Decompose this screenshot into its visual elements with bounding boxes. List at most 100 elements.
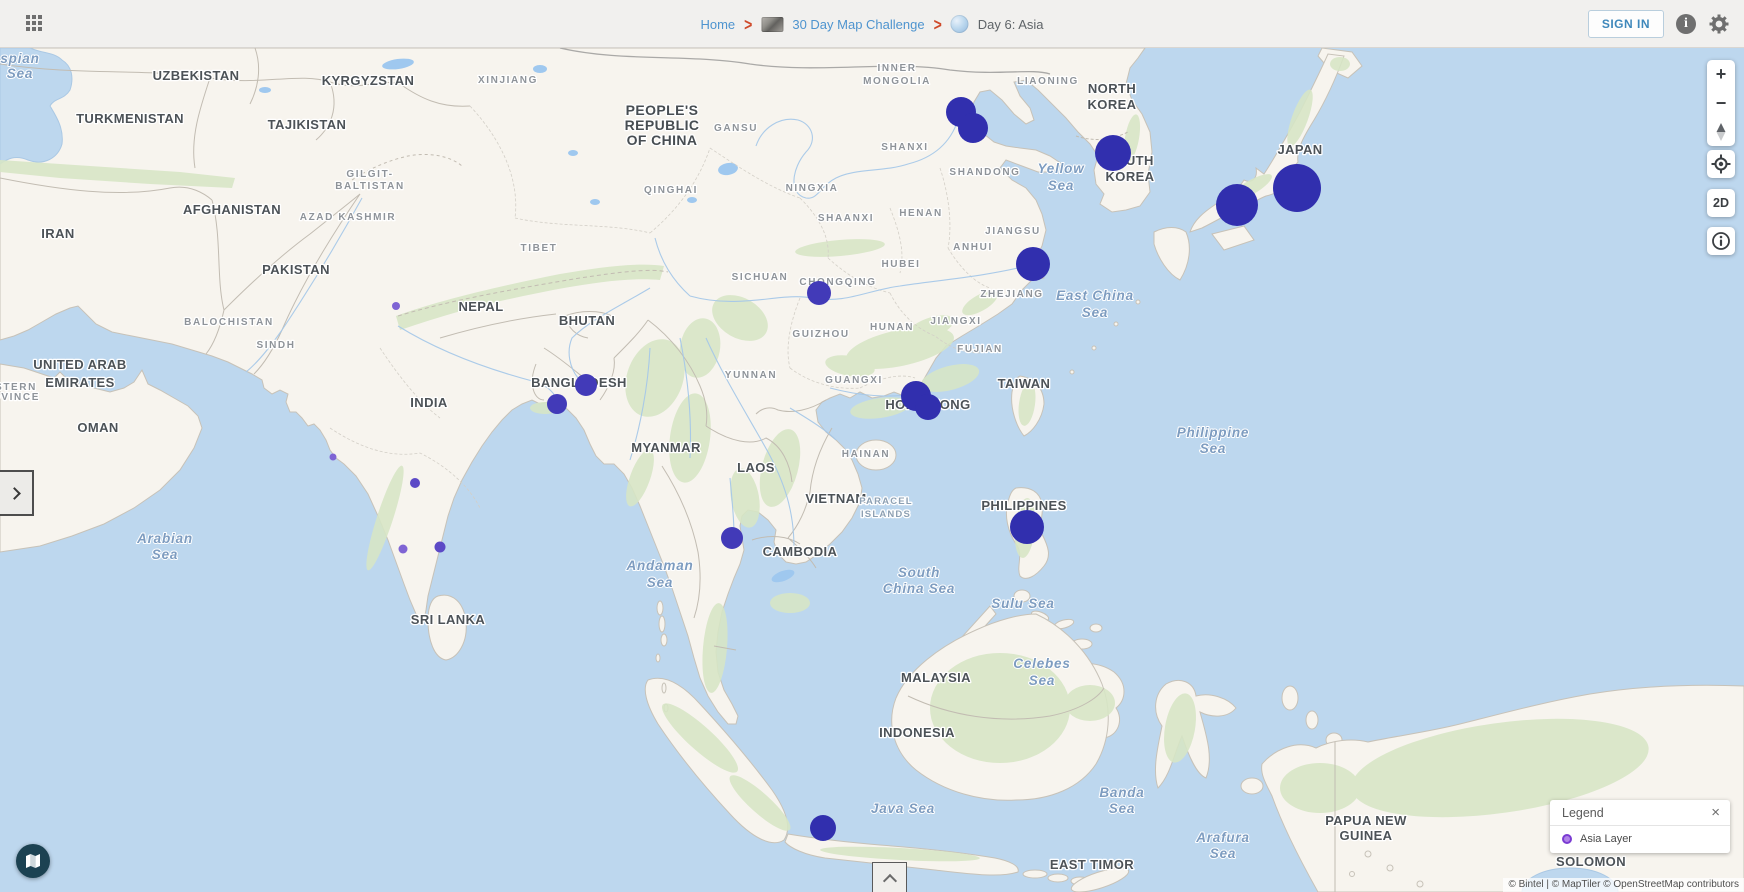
map-label: JIANGSU bbox=[985, 226, 1041, 237]
map-label: GUANGXI bbox=[825, 375, 883, 386]
map-label: LAOS bbox=[737, 460, 775, 475]
compass-icon[interactable] bbox=[1707, 118, 1735, 146]
map-label: PAKISTAN bbox=[262, 262, 330, 277]
map-label: PEOPLE'S REPUBLIC OF CHINA bbox=[625, 102, 700, 148]
map-marker[interactable] bbox=[915, 394, 941, 420]
map-label: SRI LANKA bbox=[411, 612, 486, 627]
map-label: MALAYSIA bbox=[901, 670, 971, 685]
info-icon[interactable]: i bbox=[1676, 14, 1696, 34]
map-label: CAMBODIA bbox=[763, 544, 838, 559]
map-label: Sulu Sea bbox=[991, 596, 1054, 611]
map-label: TIBET bbox=[521, 243, 558, 254]
map-marker[interactable] bbox=[1016, 247, 1050, 281]
map-marker[interactable] bbox=[410, 478, 420, 488]
zoom-control-group: + − bbox=[1707, 60, 1735, 146]
map-application: Home > 30 Day Map Challenge > Day 6: Asi… bbox=[0, 0, 1744, 892]
map-label: JAPAN bbox=[1277, 142, 1322, 157]
map-marker[interactable] bbox=[1273, 164, 1321, 212]
legend-item: Asia Layer bbox=[1550, 826, 1730, 853]
map-label: TURKMENISTAN bbox=[76, 111, 184, 126]
legend-panel: Legend × Asia Layer bbox=[1550, 800, 1730, 853]
map-label: NINGXIA bbox=[786, 183, 839, 194]
map-label: QINGHAI bbox=[644, 185, 698, 196]
map-label: Java Sea bbox=[871, 801, 935, 816]
map-marker[interactable] bbox=[807, 281, 831, 305]
map-label: SHAANXI bbox=[818, 213, 874, 224]
chevron-up-icon bbox=[882, 873, 897, 888]
map-label: HAINAN bbox=[842, 449, 891, 460]
map-label: KYRGYZSTAN bbox=[322, 73, 415, 88]
map-label: XINJIANG bbox=[478, 75, 538, 86]
top-bar: Home > 30 Day Map Challenge > Day 6: Asi… bbox=[0, 0, 1744, 48]
map-viewport: PEOPLE'S REPUBLIC OF CHINA UZBEKISTAN KYRGYZ… bbox=[0, 48, 1744, 892]
map-attribution[interactable]: © Bintel | © MapTiler © OpenStreetMap co… bbox=[1503, 878, 1744, 892]
top-bar-actions: SIGN IN i bbox=[1587, 0, 1730, 48]
legend-close-icon[interactable]: × bbox=[1711, 805, 1720, 820]
map-label: HENAN bbox=[899, 208, 943, 219]
map-label: INDONESIA bbox=[879, 725, 955, 740]
breadcrumb: Home > 30 Day Map Challenge > Day 6: Asi… bbox=[700, 0, 1043, 48]
map-label: SHANXI bbox=[881, 142, 928, 153]
zoom-in-button[interactable]: + bbox=[1707, 60, 1735, 88]
settings-gear-icon[interactable] bbox=[1708, 13, 1730, 35]
map-label: SINDH bbox=[256, 340, 295, 351]
map-marker[interactable] bbox=[1216, 184, 1258, 226]
map-label: OMAN bbox=[77, 420, 118, 435]
view-mode-button[interactable]: 2D bbox=[1707, 189, 1735, 217]
breadcrumb-challenge-link[interactable]: 30 Day Map Challenge bbox=[792, 17, 924, 32]
map-marker[interactable] bbox=[434, 541, 446, 553]
map-info-button[interactable] bbox=[1707, 227, 1735, 255]
breadcrumb-current-page: Day 6: Asia bbox=[977, 16, 1044, 32]
map-label: HUBEI bbox=[881, 259, 920, 270]
breadcrumb-chevron-icon: > bbox=[744, 14, 753, 34]
map-marker[interactable] bbox=[1010, 510, 1044, 544]
map-label: INDIA bbox=[410, 395, 448, 410]
map-label: JIANGXI bbox=[930, 316, 981, 327]
map-label: STERNOVINCE bbox=[0, 382, 40, 403]
map-label: BHUTAN bbox=[559, 313, 615, 328]
map-label: IRAN bbox=[41, 226, 74, 241]
breadcrumb-chevron-icon: > bbox=[933, 14, 942, 34]
map-label: AFGHANISTAN bbox=[183, 202, 281, 217]
map-label: LIAONING bbox=[1017, 76, 1079, 87]
map-marker[interactable] bbox=[392, 302, 400, 310]
sign-in-button[interactable]: SIGN IN bbox=[1587, 10, 1664, 38]
map-label: HUNAN bbox=[870, 322, 914, 333]
map-label: ZHEJIANG bbox=[980, 289, 1043, 300]
map-marker[interactable] bbox=[398, 544, 408, 554]
map-marker[interactable] bbox=[1095, 135, 1131, 171]
folded-map-icon bbox=[26, 854, 40, 868]
side-panel-toggle-button[interactable] bbox=[0, 470, 34, 516]
legend-title: Legend bbox=[1562, 806, 1604, 820]
breadcrumb-home-link[interactable]: Home bbox=[700, 17, 735, 32]
map-label: FUJIAN bbox=[957, 344, 1003, 355]
map-canvas[interactable]: PEOPLE'S REPUBLIC OF CHINA UZBEKISTAN KYRGYZ… bbox=[0, 48, 1744, 892]
map-label: YUNNAN bbox=[725, 370, 777, 381]
map-marker[interactable] bbox=[575, 374, 597, 396]
challenge-thumbnail-icon bbox=[761, 16, 784, 32]
map-label: GUIZHOU bbox=[792, 329, 849, 340]
basemap-button[interactable] bbox=[16, 844, 50, 878]
map-marker[interactable] bbox=[547, 394, 567, 414]
map-label: NORTH KOREA bbox=[1088, 81, 1137, 112]
map-label: BALOCHISTAN bbox=[184, 317, 274, 328]
map-thumbnail-icon bbox=[950, 15, 969, 33]
map-label: SHANDONG bbox=[949, 167, 1020, 178]
map-marker[interactable] bbox=[958, 113, 988, 143]
map-label: TAJIKISTAN bbox=[268, 117, 347, 132]
map-label: VIETNAM bbox=[805, 491, 866, 506]
map-marker[interactable] bbox=[810, 815, 836, 841]
map-label: AZAD KASHMIR bbox=[300, 212, 396, 223]
map-label: EAST TIMOR bbox=[1050, 857, 1134, 872]
map-label: GANSU bbox=[714, 123, 758, 134]
map-label: UZBEKISTAN bbox=[153, 68, 240, 83]
map-marker[interactable] bbox=[721, 527, 743, 549]
map-label: SICHUAN bbox=[732, 272, 789, 283]
layer-swatch-icon bbox=[1562, 834, 1572, 844]
map-marker[interactable] bbox=[329, 453, 337, 461]
bottom-panel-expand-button[interactable] bbox=[872, 862, 907, 892]
map-label: NEPAL bbox=[458, 299, 503, 314]
zoom-out-button[interactable]: − bbox=[1707, 89, 1735, 117]
app-launcher-icon[interactable] bbox=[26, 15, 44, 33]
locate-button[interactable] bbox=[1707, 150, 1735, 178]
